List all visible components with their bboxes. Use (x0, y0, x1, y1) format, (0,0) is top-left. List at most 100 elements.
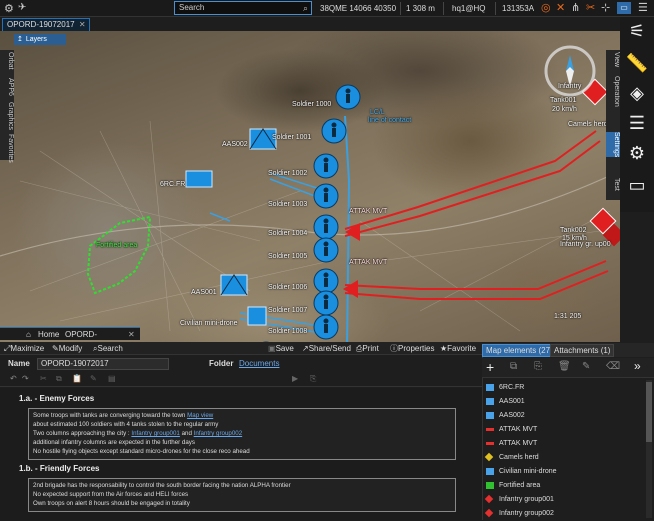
label-aas002: AAS002 (222, 141, 248, 148)
bottom-tab-bar: ⌂ Home OPORD-19072017 ✕ (0, 327, 140, 352)
app-icon[interactable]: ⚙ (4, 2, 14, 15)
save-button[interactable]: ▣ Save (268, 342, 294, 355)
menu-icon[interactable]: ☰ (638, 1, 648, 14)
ruler-icon[interactable]: 📏 (625, 51, 649, 75)
scrollbar-thumb[interactable] (646, 382, 652, 442)
search-icon: ⌕ (302, 3, 308, 13)
infantry-group001-link[interactable]: Infantry group001 (131, 430, 180, 437)
tab-orbat[interactable]: Orbat (0, 52, 14, 70)
close-icon[interactable]: ✕ (79, 19, 86, 31)
infantry-group002-link[interactable]: Infantry group002 (194, 430, 243, 437)
close-tab-icon[interactable]: ✕ (128, 328, 135, 341)
enemy-forces-box[interactable]: Some troops with tanks are converging to… (28, 408, 456, 460)
folder-link[interactable]: Documents (239, 359, 279, 368)
label-aas001: AAS001 (191, 289, 217, 296)
expand-icon[interactable]: » (634, 359, 641, 373)
list-icon[interactable]: ☰ (625, 111, 649, 135)
list-item[interactable]: Camels herd (484, 451, 642, 465)
settings-gear-icon[interactable]: ⚙ (625, 141, 649, 165)
list-item[interactable]: ATTAK MVT (484, 437, 642, 451)
favorite-button[interactable]: ★ Favorite (440, 342, 476, 355)
sliders-icon[interactable]: ⚟ (625, 19, 649, 43)
friendly-forces-box[interactable]: 2nd brigade has the responsability to co… (28, 478, 456, 512)
tab-favorites[interactable]: Favorites (0, 134, 14, 163)
trash-icon[interactable]: ⌫ (606, 361, 620, 372)
edit-icon[interactable]: ✎ (582, 361, 590, 372)
list-item[interactable]: Infantry group002 (484, 507, 642, 521)
share-button[interactable]: ↗ Share/Send (302, 342, 351, 355)
document-toolbar: ⤢ Maximize ✎ Modify ⌕ Search ▣ Save ↗ Sh… (0, 342, 482, 355)
document-tab[interactable]: OPORD-19072017 ✕ (2, 18, 90, 31)
monitor-icon[interactable]: ▭ (625, 173, 649, 197)
diamond-icon (484, 452, 494, 462)
delete-icon[interactable]: 🗑 (558, 361, 571, 372)
name-field[interactable]: OPORD-19072017 (37, 358, 169, 370)
print-button[interactable]: ⎙ Print (356, 342, 379, 355)
wifi-icon[interactable]: ⋔ (571, 1, 580, 14)
search-button[interactable]: ⌕ Search (93, 342, 123, 355)
paste-icon[interactable]: 📋 (72, 374, 82, 383)
cross-icon[interactable]: ✕ (556, 1, 565, 14)
label-soldier-1008: Soldier 1008 (268, 328, 308, 335)
video-icon[interactable]: ▶ (292, 374, 298, 383)
redo-icon[interactable]: ↷ (22, 374, 29, 383)
list-item[interactable]: AAS002 (484, 409, 642, 423)
copy-element-icon[interactable]: ⧉ (510, 361, 517, 372)
map-view-link[interactable]: Map view (187, 412, 213, 419)
cut-icon[interactable]: ✂ (40, 374, 47, 383)
tab-map-elements[interactable]: Map elements (27) (482, 344, 557, 357)
label-attak-2: ATTAK MVT (349, 259, 388, 266)
list-item[interactable]: ATTAK MVT (484, 423, 642, 437)
document-tab-label: OPORD-19072017 (7, 20, 75, 29)
tools-icon[interactable]: ✂ (586, 1, 595, 14)
label-soldier-1006: Soldier 1006 (268, 284, 308, 291)
list-item[interactable]: 6RC.FR (484, 381, 642, 395)
list-item[interactable]: Civilian mini-drone (484, 465, 642, 479)
tab-graphics[interactable]: Graphics (0, 102, 14, 130)
home-tab[interactable]: Home (38, 328, 59, 341)
map-view[interactable]: ↥ Layers Soldier 1000 Soldier 1001 Soldie… (0, 31, 620, 342)
label-6rc-fr: 6RC.FR (160, 181, 186, 188)
attach-icon[interactable]: ⎘ (310, 374, 316, 384)
search-input[interactable]: Search ⌕ (174, 1, 312, 15)
network-icon[interactable]: ⊹ (601, 1, 610, 14)
layers-icon: ↥ (17, 36, 23, 43)
tab-attachments[interactable]: Attachments (1) (550, 344, 615, 357)
document-body: 1.a. - Enemy Forces Some troops with tan… (0, 388, 482, 520)
label-infantry-group: Infantry gr. up00 (560, 241, 611, 248)
add-icon[interactable]: + (486, 359, 494, 375)
paste-element-icon[interactable]: ⎘ (534, 361, 542, 372)
diamond-icon (484, 494, 494, 504)
label-tank001-speed: 20 km/h (552, 106, 577, 113)
section-title-enemy: 1.a. - Enemy Forces (19, 394, 95, 403)
display-icon[interactable]: ▭ (617, 2, 631, 14)
tab-view[interactable]: View (606, 52, 620, 67)
layers-button[interactable]: ↥ Layers (14, 34, 66, 45)
tab-operation[interactable]: Operation (606, 76, 620, 107)
maximize-button[interactable]: ⤢ Maximize (4, 342, 44, 355)
list-item[interactable]: AAS001 (484, 395, 642, 409)
element-icon (486, 384, 494, 391)
list-item[interactable]: Fortified area (484, 479, 642, 493)
altitude-readout: 1 308 m (406, 4, 435, 13)
format-icon[interactable]: ✎ (90, 374, 97, 383)
layers-stack-icon[interactable]: ◈ (625, 81, 649, 105)
tab-app6[interactable]: APP6 (0, 78, 14, 96)
label-line-of-contact: line of contact (368, 117, 412, 124)
home-icon[interactable]: ⌂ (26, 328, 31, 341)
plane-icon[interactable]: ✈ (18, 2, 26, 13)
properties-button[interactable]: ⓘ Properties (390, 342, 434, 355)
label-soldier-1002: Soldier 1002 (268, 170, 308, 177)
target-icon[interactable]: ◎ (541, 1, 551, 14)
time-readout: 131353A (502, 4, 535, 13)
top-bar: ⚙ ✈ Search ⌕ 38QME 14066 40350 1 308 m h… (0, 0, 654, 17)
tab-test[interactable]: Test (606, 178, 620, 191)
hq-readout[interactable]: hq1@HQ (452, 0, 485, 17)
tab-settings[interactable]: Settings (606, 132, 620, 158)
modify-button[interactable]: ✎ Modify (52, 342, 82, 355)
copy-icon[interactable]: ⧉ (56, 374, 62, 384)
undo-icon[interactable]: ↶ (10, 374, 17, 383)
image-icon[interactable]: ▤ (108, 374, 116, 383)
arrow-icon (486, 442, 494, 445)
list-item[interactable]: Infantry group001 (484, 493, 642, 507)
